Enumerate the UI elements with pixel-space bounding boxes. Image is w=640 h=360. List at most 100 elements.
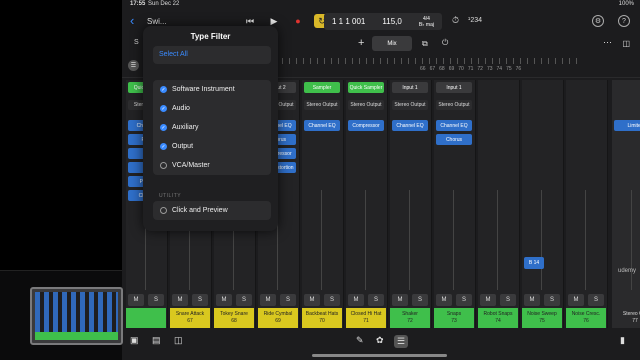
song-title[interactable]: Swi...: [147, 17, 167, 26]
solo-button[interactable]: S: [588, 294, 604, 306]
track-name-plate[interactable]: Tokey Snare 68: [214, 308, 254, 328]
input-slot[interactable]: Quick Sampler: [348, 82, 384, 93]
channel-strip: Sampler Stereo Output Channel EQ M S Backbeat…: [302, 80, 344, 328]
mute-button[interactable]: M: [392, 294, 408, 306]
solo-button[interactable]: S: [192, 294, 208, 306]
volume-fader[interactable]: [409, 190, 410, 290]
input-slot[interactable]: Sampler: [304, 82, 340, 93]
filter-icon[interactable]: ☰: [128, 60, 139, 71]
mixer-icon[interactable]: ☰: [394, 335, 409, 348]
output-slot[interactable]: Stereo Output: [436, 100, 472, 110]
mute-button[interactable]: M: [436, 294, 452, 306]
mute-button[interactable]: M: [172, 294, 188, 306]
ruler-number: 73: [486, 66, 493, 72]
solo-button[interactable]: S: [500, 294, 516, 306]
solo-button[interactable]: S: [544, 294, 560, 306]
volume-fader[interactable]: [365, 190, 366, 290]
plugin-slot[interactable]: Channel EQ: [392, 120, 428, 131]
solo-button[interactable]: S: [412, 294, 428, 306]
automation-icon[interactable]: ✿: [376, 335, 384, 346]
track-name-plate[interactable]: Snaps 73: [434, 308, 474, 328]
count-in-button[interactable]: ¹234: [468, 17, 482, 24]
signature-display: 4/4 B♭ maj: [419, 16, 434, 28]
output-slot[interactable]: Stereo Output: [348, 100, 384, 110]
filter-option-click-preview[interactable]: Click and Preview: [153, 201, 271, 220]
master-volume-fader[interactable]: [631, 190, 632, 290]
input-slot[interactable]: Input 1: [392, 82, 428, 93]
filter-option[interactable]: ✓ Output: [153, 137, 271, 156]
input-slot[interactable]: Input 1: [436, 82, 472, 93]
copy-icon[interactable]: ⧉: [422, 39, 428, 49]
filter-option-label: Output: [172, 143, 194, 150]
power-icon[interactable]: ⏻: [442, 38, 448, 48]
volume-fader[interactable]: [497, 190, 498, 290]
track-name-plate[interactable]: Robot Snaps 74: [478, 308, 518, 328]
solo-button[interactable]: S: [324, 294, 340, 306]
master-name-plate[interactable]: Stereo Out77: [612, 308, 640, 328]
solo-button[interactable]: S: [456, 294, 472, 306]
back-icon[interactable]: ‹: [130, 14, 134, 28]
more-icon[interactable]: ⋯: [603, 37, 612, 48]
track-name-plate[interactable]: Noise Sweep 75: [522, 308, 562, 328]
volume-fader[interactable]: [453, 190, 454, 290]
solo-button[interactable]: S: [148, 294, 164, 306]
settings-icon[interactable]: ⚙: [592, 15, 604, 27]
layout-icon[interactable]: ◫: [622, 39, 630, 48]
status-date: Sun Dec 22: [148, 1, 180, 7]
track-name-plate[interactable]: Backbeat Hats 70: [302, 308, 342, 328]
record-icon[interactable]: ●: [290, 14, 306, 28]
mute-button[interactable]: M: [304, 294, 320, 306]
inspector-icon[interactable]: ▤: [152, 335, 161, 346]
output-slot[interactable]: Stereo Output: [392, 100, 428, 110]
output-slot[interactable]: Stereo Output: [304, 100, 340, 110]
pencil-icon[interactable]: ✎: [356, 335, 364, 346]
library-icon[interactable]: ▣: [130, 335, 139, 346]
mute-button[interactable]: M: [524, 294, 540, 306]
track-name-plate[interactable]: [126, 308, 166, 328]
track-name: Noise Sweep: [527, 311, 557, 317]
plugin-slot[interactable]: Chorus: [436, 134, 472, 145]
volume-fader[interactable]: [321, 190, 322, 290]
ruler-number: 76: [515, 66, 522, 72]
track-name-plate[interactable]: Ride Cymbal 69: [258, 308, 298, 328]
lcd-display[interactable]: 1 1 1 001 115,0 4/4 B♭ maj: [324, 13, 442, 30]
volume-icon[interactable]: ▮: [620, 335, 625, 346]
mute-button[interactable]: M: [480, 294, 496, 306]
tuner-icon[interactable]: ⏱: [452, 15, 459, 26]
ruler-number: 67: [429, 66, 436, 72]
solo-button[interactable]: S: [280, 294, 296, 306]
filter-option[interactable]: VCA/Master: [153, 156, 271, 175]
volume-fader[interactable]: [541, 190, 542, 290]
filter-option[interactable]: ✓ Auxiliary: [153, 118, 271, 137]
help-icon[interactable]: ?: [618, 15, 630, 27]
filter-option-label: Auxiliary: [172, 124, 199, 131]
mix-view-button[interactable]: Mix: [372, 36, 412, 51]
plugin-slot[interactable]: Channel EQ: [436, 120, 472, 131]
mute-button[interactable]: M: [216, 294, 232, 306]
solo-button[interactable]: S: [368, 294, 384, 306]
checkmark-icon: ✓: [160, 105, 167, 112]
track-number: 72: [407, 318, 413, 324]
mute-button[interactable]: M: [128, 294, 144, 306]
select-all-button[interactable]: Select All: [153, 46, 271, 64]
track-name-plate[interactable]: Snare Attack 67: [170, 308, 210, 328]
filter-option[interactable]: ✓ Software Instrument: [153, 80, 271, 99]
mute-button[interactable]: M: [260, 294, 276, 306]
plugin-slot[interactable]: Channel EQ: [304, 120, 340, 131]
solo-button[interactable]: S: [236, 294, 252, 306]
track-name-plate[interactable]: Shaker 72: [390, 308, 430, 328]
plugin-slot[interactable]: Limiter: [614, 120, 640, 131]
volume-fader[interactable]: [585, 190, 586, 290]
add-track-icon[interactable]: +: [358, 37, 364, 49]
track-name-plate[interactable]: Closed Hi Hat 71: [346, 308, 386, 328]
editor-icon[interactable]: ◫: [174, 335, 183, 346]
mute-solo-row: MS: [304, 294, 340, 306]
mute-button[interactable]: M: [568, 294, 584, 306]
track-name: Noise Cresc.: [571, 311, 601, 317]
plugin-slot[interactable]: Compressor: [348, 120, 384, 131]
filter-option[interactable]: ✓ Audio: [153, 99, 271, 118]
mute-button[interactable]: M: [348, 294, 364, 306]
track-name-plate[interactable]: Noise Cresc. 76: [566, 308, 606, 328]
solo-filter-button[interactable]: S: [134, 39, 139, 46]
track-number: 76: [583, 318, 589, 324]
